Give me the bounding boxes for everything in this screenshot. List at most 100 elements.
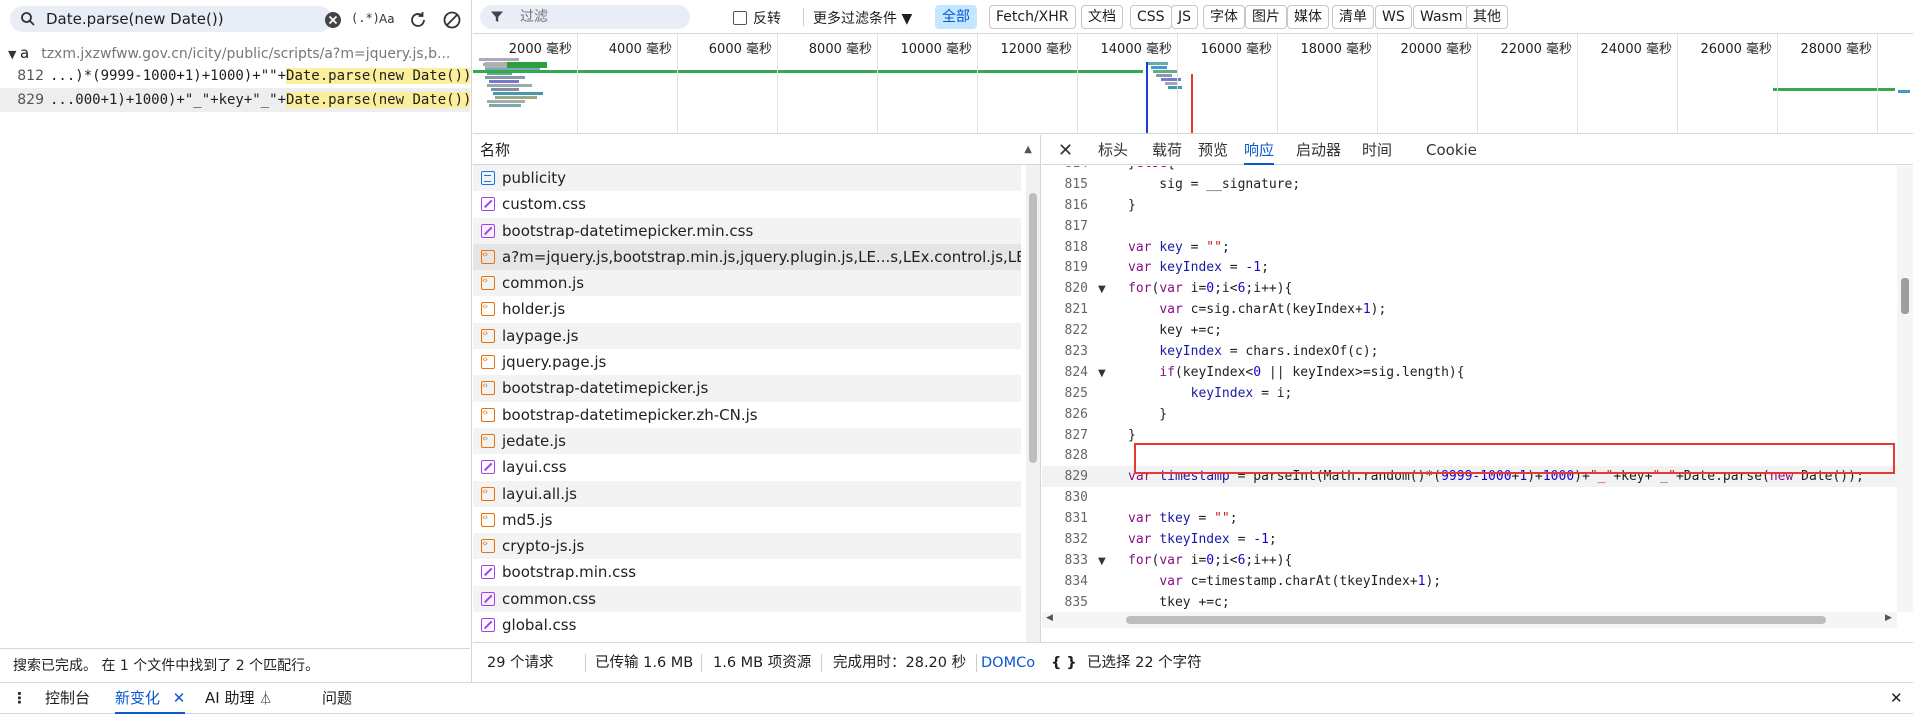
line-number: 818 (1064, 239, 1088, 255)
request-row[interactable]: bootstrap-datetimepicker.min.css (473, 217, 1021, 244)
fold-arrow-icon[interactable]: ▼ (1088, 279, 1128, 300)
request-row[interactable]: crypto-js.js (473, 533, 1021, 560)
regex-toggle[interactable]: (.*) (351, 11, 380, 25)
type-filter-button[interactable]: 清单 (1332, 5, 1374, 29)
result-line[interactable]: 812 ...)*(9999-1000+1)+1000)+""+Date.pars… (0, 64, 470, 88)
clear-search-icon[interactable] (324, 11, 342, 29)
scroll-left-icon[interactable]: ◀ (1046, 613, 1053, 623)
type-filter-button[interactable]: Fetch/XHR (989, 5, 1076, 29)
code-line: 831 var tkey = ""; (1042, 508, 1897, 529)
fold-arrow-icon[interactable]: ▼ (1088, 551, 1128, 572)
type-filter-button[interactable]: 其他 (1466, 5, 1508, 29)
scrollbar-thumb[interactable] (1029, 193, 1037, 463)
name-column-header[interactable]: 名称 ▲ (473, 135, 1040, 165)
request-row[interactable]: common.css (473, 585, 1021, 613)
invert-checkbox[interactable]: 反转 (733, 8, 781, 28)
request-row[interactable]: layui.css (473, 454, 1021, 480)
request-row[interactable]: md5.js (473, 507, 1021, 533)
result-file[interactable]: ▼ a tzxm.jxzwfww.gov.cn/icity/public/scrip… (0, 43, 470, 64)
code-text: var key = ""; (1128, 239, 1230, 255)
request-list-scrollbar[interactable] (1026, 165, 1040, 642)
detail-tab[interactable]: 预览 (1198, 135, 1228, 165)
more-filters-dropdown[interactable]: 更多过滤条件 ▼ (813, 8, 912, 28)
search-box[interactable] (10, 6, 332, 32)
fold-arrow-icon[interactable]: ▼ (1088, 363, 1128, 384)
script-icon (481, 403, 495, 423)
request-row[interactable]: custom.css (473, 191, 1021, 217)
tab-changes[interactable]: 新变化 ✕ (115, 683, 186, 714)
request-row[interactable]: holder.js (473, 296, 1021, 322)
scroll-up-icon[interactable]: ▲ (1024, 135, 1032, 165)
type-filter-button[interactable]: 媒体 (1287, 5, 1329, 29)
waterfall-bar (1898, 90, 1910, 93)
tab-ai-assistance[interactable]: AI 助理 ⏃ (205, 683, 272, 714)
script-icon (481, 350, 495, 370)
checkbox-icon[interactable] (733, 11, 747, 25)
request-row[interactable]: publicity (473, 165, 1021, 192)
scrollbar-thumb[interactable] (1901, 278, 1909, 314)
type-filter-button[interactable]: Wasm (1413, 5, 1470, 29)
type-filter-button[interactable]: WS (1375, 5, 1412, 29)
code-line: 822 key +=c; (1042, 320, 1897, 341)
request-name: crypto-js.js (502, 537, 585, 556)
close-tab-icon[interactable]: ✕ (173, 689, 186, 707)
result-line[interactable]: 829 ...000+1)+1000)+"_"+key+"_"+Date.pars… (0, 88, 470, 112)
cancel-icon[interactable] (442, 10, 462, 30)
script-icon (481, 376, 495, 396)
request-row[interactable]: a?m=jquery.js,bootstrap.min.js,jquery.pl… (473, 243, 1021, 271)
request-row[interactable]: jedate.js (473, 427, 1021, 455)
triangle-down-icon[interactable]: ▼ (8, 44, 20, 64)
match-case-toggle[interactable]: Aa (379, 12, 395, 26)
close-drawer-icon[interactable]: ✕ (1890, 683, 1903, 714)
request-row[interactable]: bootstrap-datetimepicker.zh-CN.js (473, 402, 1021, 428)
type-filter-button[interactable]: CSS (1130, 5, 1172, 29)
drawer-menu-icon[interactable]: ⋮ (12, 683, 27, 714)
detail-tab[interactable]: 启动器 (1296, 135, 1341, 165)
response-code-view[interactable]: 814}else{815 sig = __signature;816}81781… (1042, 166, 1897, 612)
code-line: 830 (1042, 487, 1897, 508)
detail-tab[interactable]: 标头 (1098, 135, 1128, 165)
waterfall-bar (1156, 74, 1172, 77)
code-horizontal-scrollbar[interactable]: ◀ ▶ (1042, 612, 1897, 628)
script-icon (481, 508, 495, 528)
search-input[interactable] (46, 9, 286, 29)
filter-box[interactable] (480, 5, 690, 29)
transferred-size: 已传输 1.6 MB (595, 655, 694, 671)
annotation-highlight-box (1134, 443, 1895, 474)
request-row[interactable]: global.css (473, 612, 1021, 638)
pretty-print-icon[interactable]: { } (1051, 643, 1077, 683)
code-vertical-scrollbar[interactable] (1897, 166, 1913, 612)
line-number: 833 (1064, 552, 1088, 568)
detail-tab[interactable]: Cookie (1426, 135, 1477, 165)
search-status: 搜索已完成。 在 1 个文件中找到了 2 个匹配行。 (0, 648, 470, 682)
flask-icon: ⏃ (259, 692, 273, 707)
timeline-overview[interactable]: 2000 毫秒 4000 毫秒 6000 毫秒 8000 毫秒 10000 毫秒 1200… (473, 34, 1913, 134)
detail-tab[interactable]: 载荷 (1152, 135, 1182, 165)
code-text: for(var i=0;i<6;i++){ (1128, 281, 1293, 297)
type-filter-button[interactable]: JS (1171, 5, 1199, 29)
filter-input[interactable] (520, 7, 680, 27)
detail-tab[interactable]: 时间 (1362, 135, 1392, 165)
request-name: common.css (502, 589, 596, 608)
type-filter-button[interactable]: 全部 (935, 5, 977, 29)
request-row[interactable]: layui.all.js (473, 480, 1021, 507)
request-row[interactable]: common.js (473, 270, 1021, 297)
request-row[interactable]: bootstrap.min.css (473, 559, 1021, 585)
timeline-tick-label: 8000 毫秒 (808, 42, 872, 57)
type-filter-button[interactable]: 文档 (1081, 5, 1123, 29)
result-text: ...000+1)+1000)+"_"+key+"_"+Date.parse(n… (50, 92, 470, 108)
detail-tab[interactable]: 响应 (1244, 135, 1275, 165)
scrollbar-thumb[interactable] (1126, 616, 1826, 624)
request-row[interactable]: bootstrap-datetimepicker.js (473, 375, 1021, 402)
request-row[interactable]: laypage.js (473, 322, 1021, 350)
request-row[interactable]: jquery.page.js (473, 349, 1021, 375)
request-name: bootstrap-datetimepicker.zh-CN.js (502, 405, 758, 424)
scroll-right-icon[interactable]: ▶ (1885, 613, 1892, 623)
refresh-icon[interactable] (408, 10, 428, 30)
type-filter-button[interactable]: 图片 (1245, 5, 1287, 29)
close-icon[interactable]: ✕ (1058, 140, 1073, 161)
code-text: } (1128, 197, 1136, 213)
tab-console[interactable]: 控制台 (45, 683, 90, 714)
type-filter-button[interactable]: 字体 (1203, 5, 1245, 29)
tab-issues[interactable]: 问题 (322, 683, 352, 714)
